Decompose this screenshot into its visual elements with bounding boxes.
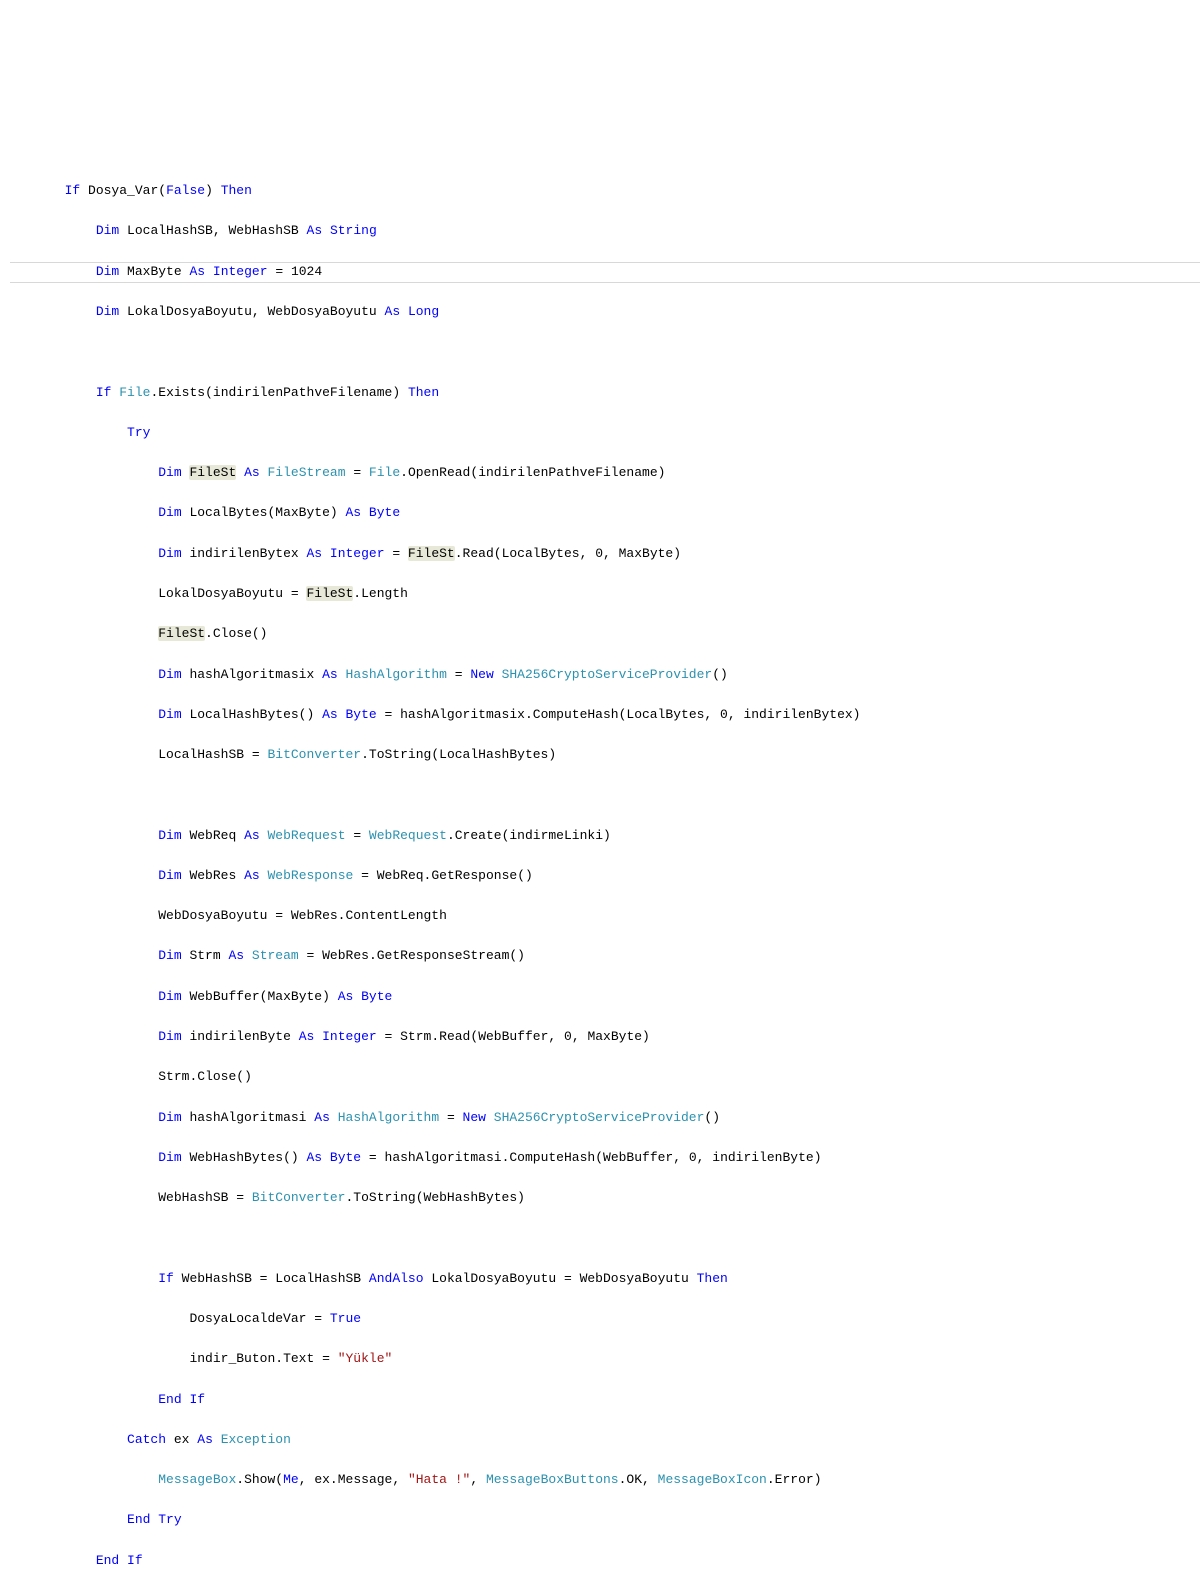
code-line[interactable]: DosyaLocaldeVar = True bbox=[10, 1309, 1200, 1329]
code-line[interactable]: If Dosya_Var(False) Then bbox=[10, 181, 1200, 201]
code-line[interactable] bbox=[10, 342, 1200, 362]
code-line[interactable]: Dim WebRes As WebResponse = WebReq.GetRe… bbox=[10, 866, 1200, 886]
code-line[interactable]: FileSt.Close() bbox=[10, 624, 1200, 644]
code-line[interactable]: Dim LocalBytes(MaxByte) As Byte bbox=[10, 503, 1200, 523]
code-line[interactable]: Catch ex As Exception bbox=[10, 1430, 1200, 1450]
code-line[interactable]: Dim LokalDosyaBoyutu, WebDosyaBoyutu As … bbox=[10, 302, 1200, 322]
code-content[interactable]: If Dosya_Var(False) Then Dim LocalHashSB… bbox=[10, 161, 1200, 1584]
code-line[interactable]: Dim MaxByte As Integer = 1024 bbox=[10, 262, 1200, 282]
code-line[interactable]: Dim WebBuffer(MaxByte) As Byte bbox=[10, 987, 1200, 1007]
code-line[interactable]: Dim FileSt As FileStream = File.OpenRead… bbox=[10, 463, 1200, 483]
code-line[interactable]: Dim WebReq As WebRequest = WebRequest.Cr… bbox=[10, 826, 1200, 846]
code-line[interactable]: MessageBox.Show(Me, ex.Message, "Hata !"… bbox=[10, 1470, 1200, 1490]
code-line[interactable] bbox=[10, 785, 1200, 805]
code-line[interactable]: End If bbox=[10, 1390, 1200, 1410]
code-line[interactable]: Dim Strm As Stream = WebRes.GetResponseS… bbox=[10, 946, 1200, 966]
code-line[interactable]: Dim hashAlgoritmasix As HashAlgorithm = … bbox=[10, 665, 1200, 685]
code-line[interactable]: Dim WebHashBytes() As Byte = hashAlgorit… bbox=[10, 1148, 1200, 1168]
code-line[interactable]: indir_Buton.Text = "Yükle" bbox=[10, 1349, 1200, 1369]
code-line[interactable]: Dim hashAlgoritmasi As HashAlgorithm = N… bbox=[10, 1108, 1200, 1128]
code-line[interactable]: If WebHashSB = LocalHashSB AndAlso Lokal… bbox=[10, 1269, 1200, 1289]
code-line[interactable]: If File.Exists(indirilenPathveFilename) … bbox=[10, 383, 1200, 403]
code-line[interactable]: Dim indirilenByte As Integer = Strm.Read… bbox=[10, 1027, 1200, 1047]
code-line[interactable]: WebDosyaBoyutu = WebRes.ContentLength bbox=[10, 906, 1200, 926]
code-line[interactable]: WebHashSB = BitConverter.ToString(WebHas… bbox=[10, 1188, 1200, 1208]
code-line[interactable]: LokalDosyaBoyutu = FileSt.Length bbox=[10, 584, 1200, 604]
code-line[interactable]: LocalHashSB = BitConverter.ToString(Loca… bbox=[10, 745, 1200, 765]
code-line[interactable]: End If bbox=[10, 1551, 1200, 1571]
code-line[interactable]: Dim LocalHashSB, WebHashSB As String bbox=[10, 221, 1200, 241]
code-line[interactable] bbox=[10, 1228, 1200, 1248]
code-line[interactable]: Try bbox=[10, 423, 1200, 443]
code-line[interactable]: End Try bbox=[10, 1510, 1200, 1530]
code-line[interactable]: Dim LocalHashBytes() As Byte = hashAlgor… bbox=[10, 705, 1200, 725]
code-editor[interactable]: If Dosya_Var(False) Then Dim LocalHashSB… bbox=[10, 101, 1200, 1584]
code-line[interactable]: Strm.Close() bbox=[10, 1067, 1200, 1087]
code-line[interactable]: Dim indirilenBytex As Integer = FileSt.R… bbox=[10, 544, 1200, 564]
